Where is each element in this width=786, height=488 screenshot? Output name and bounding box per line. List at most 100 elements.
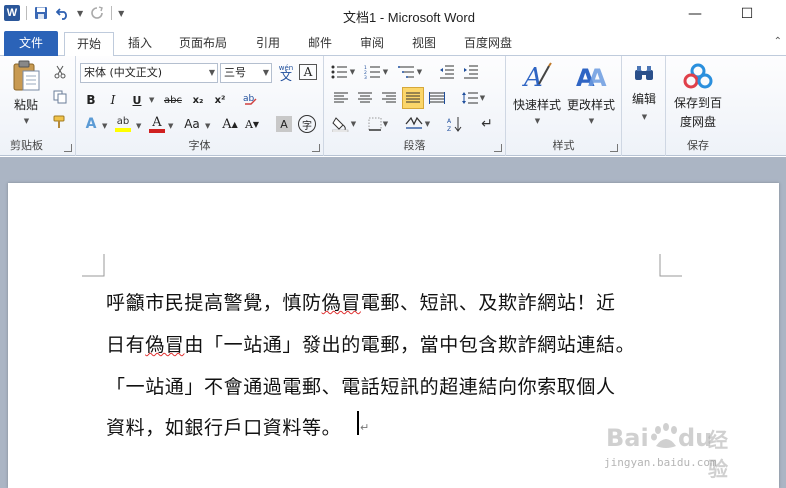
tab-home[interactable]: 开始 — [64, 32, 114, 57]
paragraph-group-label: 段落 — [403, 139, 426, 152]
paste-dropdown-icon[interactable]: ▼ — [24, 117, 29, 125]
font-name-value: 宋体 (中文正文) — [84, 66, 163, 79]
character-border-icon[interactable]: A — [299, 64, 317, 80]
svg-text:3: 3 — [364, 75, 367, 79]
align-right-icon[interactable] — [378, 88, 400, 108]
font-name-dropdown-icon[interactable]: ▼ — [209, 64, 215, 82]
binoculars-icon — [628, 60, 660, 86]
clipboard-launcher-icon[interactable] — [64, 144, 72, 152]
tab-insert[interactable]: 插入 — [118, 32, 162, 56]
enclose-characters-button[interactable]: 字 — [298, 115, 316, 133]
shrink-font-button[interactable]: A ▼ — [242, 114, 262, 134]
quick-styles-dropdown-icon[interactable]: ▼ — [535, 117, 540, 125]
watermark-brand-cn: 经验 — [708, 428, 728, 481]
underline-button[interactable]: U — [128, 90, 146, 110]
line-spacing-icon[interactable]: ▼ — [458, 88, 488, 108]
paste-label: 粘贴 — [13, 98, 38, 112]
tab-references[interactable]: 引用 — [246, 32, 290, 56]
quick-styles-icon: A — [521, 60, 553, 92]
spelling-error-mark[interactable]: 偽冒 — [145, 334, 184, 356]
numbering-icon[interactable]: 1 2 3 ▼ — [362, 62, 390, 82]
font-group-label: 字体 — [188, 139, 211, 152]
align-center-icon[interactable] — [354, 88, 376, 108]
quick-styles-button[interactable]: A 快速样式 ▼ — [510, 60, 564, 125]
paragraph-launcher-icon[interactable] — [494, 144, 502, 152]
text-effects-icon[interactable]: A — [82, 114, 100, 134]
save-to-baidu-pan-button[interactable]: 保存到百 度网盘 — [668, 60, 728, 130]
underline-dropdown-icon[interactable]: ▼ — [149, 96, 154, 104]
tab-review[interactable]: 审阅 — [350, 32, 394, 56]
svg-text:Z: Z — [447, 126, 451, 132]
bold-button[interactable]: B — [82, 90, 100, 110]
window-title: 文档1 - Microsoft Word — [343, 10, 475, 25]
tab-file[interactable]: 文件 — [4, 31, 58, 56]
distributed-icon[interactable] — [426, 88, 448, 108]
document-line-3: 「一站通」不會通過電郵、電話短訊的超連結向你索取個人 — [106, 376, 616, 398]
baidu-jingyan-watermark: Bai du 经验 jingyan.baidu.com — [604, 416, 744, 481]
editing-group: 编辑 ▼ — [622, 56, 666, 156]
editing-button[interactable]: 编辑 ▼ — [626, 60, 662, 121]
copy-icon[interactable] — [50, 87, 70, 107]
align-left-icon[interactable] — [330, 88, 352, 108]
collapse-ribbon-icon[interactable]: ⌃ — [774, 36, 782, 47]
cut-icon[interactable] — [50, 62, 70, 82]
shrink-font-label: A — [244, 117, 253, 131]
superscript-button[interactable]: x² — [210, 90, 230, 110]
font-size-dropdown-icon[interactable]: ▼ — [263, 64, 269, 82]
change-case-dropdown-icon[interactable]: ▼ — [205, 122, 210, 130]
decrease-indent-icon[interactable] — [436, 62, 458, 82]
subscript-button[interactable]: x₂ — [188, 90, 208, 110]
svg-text:Bai: Bai — [606, 424, 649, 452]
watermark-url: jingyan.baidu.com — [604, 456, 717, 469]
clear-formatting-icon[interactable]: ab — [240, 89, 262, 109]
paste-button[interactable]: 粘贴 ▼ — [6, 60, 46, 125]
styles-group-label: 样式 — [552, 139, 575, 152]
margin-corner-top-right — [659, 254, 682, 277]
highlight-color-icon[interactable]: ab — [112, 114, 134, 134]
font-color-dropdown-icon[interactable]: ▼ — [168, 122, 173, 130]
show-formatting-marks-icon[interactable]: ↵ — [476, 114, 498, 134]
document-line-1: 呼籲市民提高警覺，慎防偽冒電郵、短訊、及欺詐網站！近 — [106, 292, 616, 314]
maximize-button[interactable]: ☐ — [732, 3, 762, 25]
sort-icon[interactable]: AZ — [444, 114, 466, 134]
font-size-combo[interactable]: 三号 ▼ — [220, 63, 272, 83]
editing-dropdown-icon[interactable]: ▼ — [642, 113, 647, 121]
change-styles-icon: AA — [575, 60, 607, 92]
tab-page-layout[interactable]: 页面布局 — [172, 32, 234, 56]
character-shading-button[interactable]: A — [276, 116, 292, 132]
change-styles-button[interactable]: AA 更改样式 ▼ — [564, 60, 618, 125]
text-effects-dropdown-icon[interactable]: ▼ — [102, 122, 107, 130]
shading-icon[interactable]: ▼ — [330, 114, 358, 134]
editing-label: 编辑 — [631, 92, 656, 106]
change-styles-dropdown-icon[interactable]: ▼ — [589, 117, 594, 125]
tab-mailings[interactable]: 邮件 — [298, 32, 342, 56]
font-size-value: 三号 — [224, 66, 246, 79]
save-to-baidu-label-1: 保存到百 — [673, 96, 722, 110]
italic-button[interactable]: I — [104, 90, 122, 110]
spelling-error-mark[interactable]: 偽冒 — [322, 292, 361, 314]
strikethrough-button[interactable]: abc — [160, 90, 186, 110]
font-name-combo[interactable]: 宋体 (中文正文) ▼ — [80, 63, 218, 83]
font-launcher-icon[interactable] — [312, 144, 320, 152]
grow-font-button[interactable]: A ▲ — [220, 114, 240, 134]
styles-launcher-icon[interactable] — [610, 144, 618, 152]
chinese-layout-icon[interactable]: ▼ — [402, 114, 432, 134]
minimize-button[interactable]: — — [680, 3, 710, 25]
save-group-label: 保存 — [687, 139, 709, 152]
text-cursor — [357, 411, 359, 435]
multilevel-list-icon[interactable]: ▼ — [396, 62, 424, 82]
format-painter-icon[interactable] — [50, 112, 70, 132]
increase-indent-icon[interactable] — [460, 62, 482, 82]
document-line-4: 資料，如銀行戶口資料等。 — [106, 417, 342, 439]
borders-icon[interactable]: ▼ — [364, 114, 392, 134]
font-color-icon[interactable]: A — [148, 114, 166, 134]
justify-icon[interactable] — [402, 87, 424, 109]
bullets-icon[interactable]: ▼ — [330, 62, 356, 82]
change-case-button[interactable]: Aa — [180, 114, 204, 134]
tab-view[interactable]: 视图 — [402, 32, 446, 56]
phonetic-guide-icon[interactable]: wén 文 — [276, 62, 296, 82]
font-group: 宋体 (中文正文) ▼ 三号 ▼ wén 文 A B I U ▼ abc x₂ … — [76, 56, 324, 156]
svg-text:A: A — [522, 63, 543, 92]
highlight-dropdown-icon[interactable]: ▼ — [136, 122, 141, 130]
tab-baidu-pan[interactable]: 百度网盘 — [456, 32, 520, 56]
